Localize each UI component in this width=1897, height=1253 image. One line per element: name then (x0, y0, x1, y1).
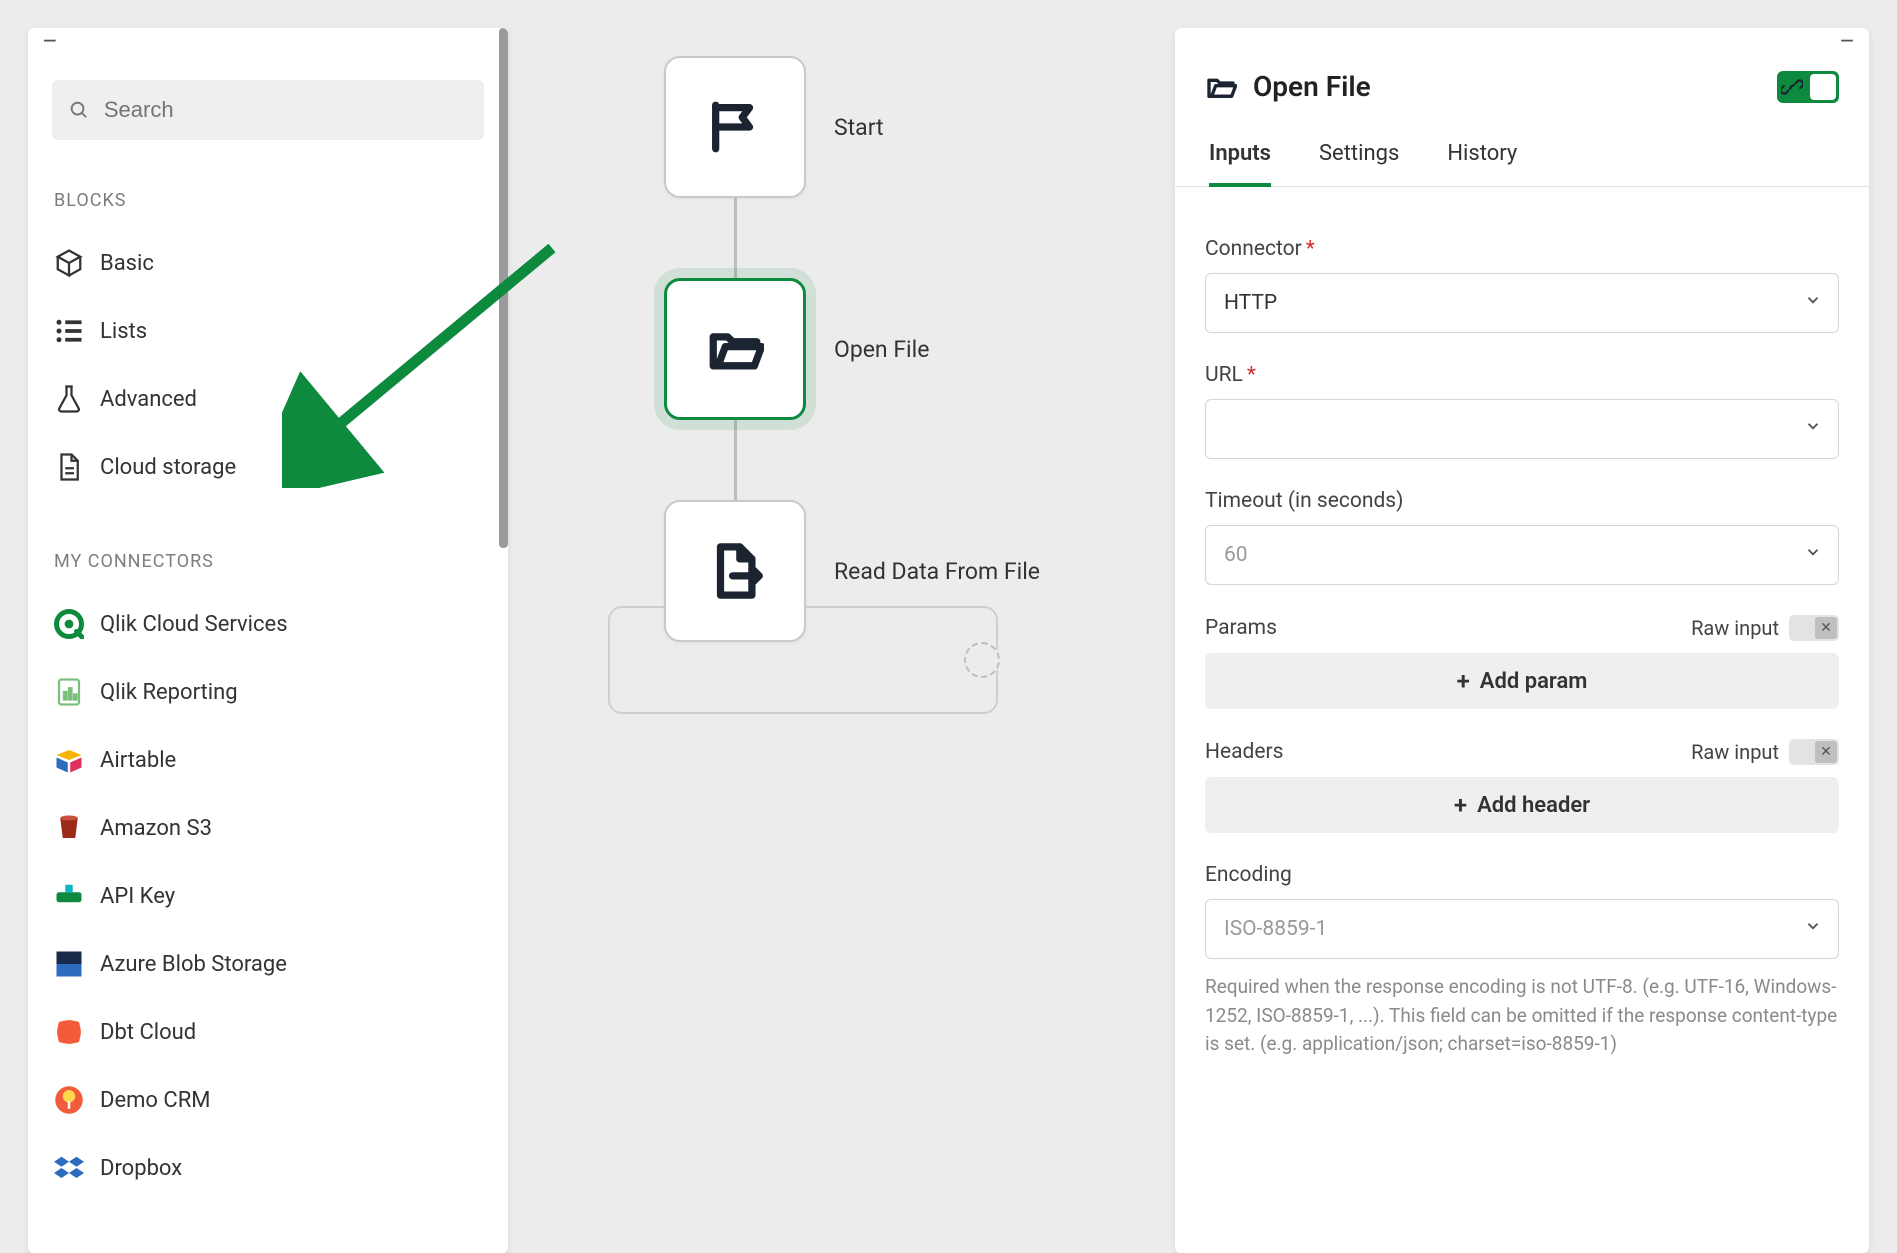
sidebar-scrollbar[interactable] (499, 28, 508, 548)
folder-open-icon (1205, 71, 1237, 103)
qlik-icon (54, 609, 100, 639)
add-header-button[interactable]: + Add header (1205, 777, 1839, 833)
dropbox-icon (54, 1153, 100, 1183)
folder-open-icon (706, 320, 764, 378)
chevron-down-icon (1804, 291, 1822, 315)
link-icon (1781, 76, 1803, 98)
connector-item-azure[interactable]: Azure Blob Storage (28, 930, 508, 998)
inspector-link-toggle[interactable] (1777, 71, 1839, 103)
connector-label: Qlik Reporting (100, 680, 238, 705)
connector-label: Qlik Cloud Services (100, 612, 288, 637)
encoding-help-text: Required when the response encoding is n… (1205, 973, 1839, 1059)
raw-input-toggle-headers[interactable]: ✕ (1789, 739, 1839, 765)
block-item-advanced[interactable]: Advanced (28, 365, 508, 433)
s3-icon (54, 813, 100, 843)
node-label: Open File (834, 336, 929, 363)
block-label: Lists (100, 319, 147, 344)
label-params: Params (1205, 616, 1277, 640)
input-encoding[interactable]: ISO-8859-1 (1205, 899, 1839, 959)
block-label: Basic (100, 251, 154, 276)
connector-label: Dbt Cloud (100, 1020, 196, 1045)
chevron-down-icon (1804, 917, 1822, 941)
node-start[interactable] (664, 56, 806, 198)
select-connector[interactable]: HTTP (1205, 273, 1839, 333)
block-item-lists[interactable]: Lists (28, 297, 508, 365)
label-headers: Headers (1205, 740, 1283, 764)
input-placeholder: 60 (1224, 543, 1248, 567)
label-connector: Connector* (1205, 237, 1839, 261)
connector-line (734, 420, 737, 500)
node-open-file[interactable] (664, 278, 806, 420)
demo-icon (54, 1085, 100, 1115)
node-label: Read Data From File (834, 558, 1040, 585)
block-label: Cloud storage (100, 455, 236, 480)
connector-item-qlik-cloud[interactable]: Qlik Cloud Services (28, 590, 508, 658)
select-value: HTTP (1224, 291, 1277, 315)
chevron-down-icon (1804, 417, 1822, 441)
connector-label: Demo CRM (100, 1088, 210, 1113)
block-item-cloud-storage[interactable]: Cloud storage (28, 433, 508, 501)
inspector-form: Connector* HTTP URL* Timeout (in seconds… (1175, 187, 1869, 1059)
azure-icon (54, 949, 100, 979)
connector-item-qlik-reporting[interactable]: Qlik Reporting (28, 658, 508, 726)
connector-item-airtable[interactable]: Airtable (28, 726, 508, 794)
node-label: Start (834, 114, 884, 141)
raw-input-toggle-params[interactable]: ✕ (1789, 615, 1839, 641)
label-encoding: Encoding (1205, 863, 1839, 887)
node-read-data[interactable] (664, 500, 806, 642)
inspector-minimize-icon[interactable]: – (1839, 36, 1855, 46)
search-icon (68, 98, 90, 122)
toggle-knob (1810, 74, 1836, 100)
inspector-title: Open File (1253, 70, 1371, 103)
label-url: URL* (1205, 363, 1839, 387)
connector-item-api-key[interactable]: API Key (28, 862, 508, 930)
raw-input-label: Raw input (1691, 740, 1779, 764)
cube-icon (54, 248, 100, 278)
label-timeout: Timeout (in seconds) (1205, 489, 1839, 513)
list-icon (54, 316, 100, 346)
report-icon (54, 677, 100, 707)
chevron-down-icon (1804, 543, 1822, 567)
connector-item-dropbox[interactable]: Dropbox (28, 1134, 508, 1202)
connector-label: Azure Blob Storage (100, 952, 287, 977)
block-label: Advanced (100, 387, 197, 412)
tab-history[interactable]: History (1447, 141, 1517, 186)
inspector-tabs: Inputs Settings History (1175, 113, 1869, 187)
workflow-canvas: Start Open File Read Data From File (540, 28, 1150, 1228)
input-timeout[interactable]: 60 (1205, 525, 1839, 585)
input-placeholder: ISO-8859-1 (1224, 917, 1327, 941)
file-icon (54, 452, 100, 482)
inspector-panel: – Open File Inputs Settings History Conn… (1175, 28, 1869, 1253)
loop-drop-slot[interactable] (964, 642, 1000, 678)
add-param-button[interactable]: + Add param (1205, 653, 1839, 709)
file-export-icon (706, 542, 764, 600)
dbt-icon (54, 1017, 100, 1047)
input-url[interactable] (1205, 399, 1839, 459)
section-header-blocks: BLOCKS (54, 190, 508, 211)
flag-icon (706, 98, 764, 156)
search-input-wrap[interactable] (52, 80, 484, 140)
connector-label: API Key (100, 884, 175, 909)
connector-label: Airtable (100, 748, 176, 773)
search-input[interactable] (104, 97, 468, 123)
sidebar-panel: – BLOCKS Basic Lists Advanced Cloud stor… (28, 28, 508, 1253)
tab-inputs[interactable]: Inputs (1209, 141, 1271, 186)
sidebar-minimize-icon[interactable]: – (42, 36, 58, 46)
flask-icon (54, 384, 100, 414)
connector-item-amazon-s3[interactable]: Amazon S3 (28, 794, 508, 862)
tab-settings[interactable]: Settings (1319, 141, 1399, 186)
connector-item-demo-crm[interactable]: Demo CRM (28, 1066, 508, 1134)
block-item-basic[interactable]: Basic (28, 229, 508, 297)
airtable-icon (54, 745, 100, 775)
plus-icon: + (1454, 791, 1467, 819)
connector-label: Amazon S3 (100, 816, 212, 841)
plus-icon: + (1457, 667, 1470, 695)
connector-item-dbt[interactable]: Dbt Cloud (28, 998, 508, 1066)
connector-line (734, 198, 737, 278)
connector-label: Dropbox (100, 1156, 182, 1181)
raw-input-label: Raw input (1691, 616, 1779, 640)
apikey-icon (54, 881, 100, 911)
section-header-connectors: MY CONNECTORS (54, 551, 508, 572)
